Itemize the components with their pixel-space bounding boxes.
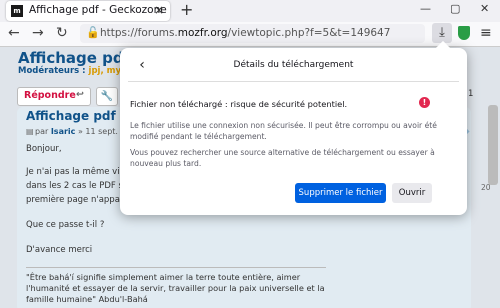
tab-bar: m Affichage pdf - Geckozone × + — ▢ ✕ bbox=[0, 0, 500, 22]
post-meta-prefix: par bbox=[35, 127, 49, 136]
moderators-line: Modérateurs : jpj, myal bbox=[18, 66, 130, 76]
panel-divider bbox=[128, 81, 459, 82]
tab-title: Affichage pdf - Geckozone bbox=[29, 4, 167, 16]
forward-arrow-icon[interactable]: → bbox=[32, 25, 44, 41]
tab-close-icon[interactable]: × bbox=[154, 3, 164, 17]
post-line: Je n'ai pas la même visu bbox=[26, 167, 130, 177]
reload-icon[interactable]: ↻ bbox=[56, 25, 68, 41]
delete-file-button[interactable]: Supprimer le fichier bbox=[295, 183, 386, 203]
post-author[interactable]: Isaric bbox=[51, 127, 76, 136]
download-arrow-icon: ⤓ bbox=[439, 25, 445, 40]
post-title[interactable]: Affichage pdf bbox=[26, 109, 116, 123]
tools-wrench-button[interactable]: 🔧 bbox=[96, 87, 118, 106]
url-text: https://forums.mozfr.org/viewtopic.php?f… bbox=[100, 27, 390, 39]
warning-icon: ! bbox=[419, 97, 430, 108]
open-file-button[interactable]: Ouvrir bbox=[392, 183, 432, 203]
post-line: D'avance merci bbox=[26, 245, 93, 255]
insecure-lock-icon[interactable]: 🔓 bbox=[86, 26, 100, 39]
download-details-panel: Détails du téléchargement ‹ Fichier non … bbox=[120, 40, 467, 215]
reply-label: Répondre bbox=[24, 90, 76, 101]
url-prefix: https://forums. bbox=[100, 27, 178, 39]
warning-body: Le fichier utilise une connexion non séc… bbox=[130, 121, 437, 141]
alternative-body: Vous pouvez rechercher une source altern… bbox=[130, 148, 435, 168]
post-signature: "Être bahá'í signifie simplement aimer l… bbox=[26, 267, 326, 305]
scrollbar-thumb[interactable] bbox=[488, 105, 498, 185]
post-line: première page n'appara bbox=[26, 195, 129, 205]
wrench-icon: 🔧 bbox=[100, 91, 114, 102]
post-line: Bonjour, bbox=[26, 144, 62, 154]
extension-shield-icon[interactable] bbox=[458, 26, 470, 40]
post-line: dans les 2 cas le PDF s'o bbox=[26, 181, 131, 191]
post-date: » 11 sept. 2 bbox=[77, 127, 126, 136]
url-domain: mozfr.org bbox=[177, 27, 228, 39]
url-path: /viewtopic.php?f=5&t=149647 bbox=[227, 27, 391, 39]
window-close-icon[interactable]: ✕ bbox=[480, 2, 489, 15]
reply-arrow-icon: ↩ bbox=[76, 89, 84, 100]
hamburger-menu-icon[interactable]: ≡ bbox=[480, 25, 492, 41]
panel-title: Détails du téléchargement bbox=[233, 60, 354, 70]
maximize-icon[interactable]: ▢ bbox=[450, 2, 460, 15]
post-doc-icon: ▤ bbox=[26, 127, 34, 136]
side-number: 20 bbox=[481, 183, 491, 192]
new-tab-button[interactable]: + bbox=[180, 0, 193, 19]
topic-title[interactable]: Affichage pdf bbox=[18, 49, 130, 67]
warning-heading: Fichier non téléchargé : risque de sécur… bbox=[130, 99, 348, 109]
url-bar[interactable]: 🔓 https://forums.mozfr.org/viewtopic.php… bbox=[80, 24, 425, 43]
back-chevron-icon[interactable]: ‹ bbox=[133, 56, 151, 74]
post-meta: par Isaric » 11 sept. 2 bbox=[35, 127, 126, 136]
tab-active[interactable]: m Affichage pdf - Geckozone × bbox=[6, 1, 170, 21]
site-favicon-icon: m bbox=[11, 5, 23, 17]
back-arrow-icon[interactable]: ← bbox=[8, 25, 20, 41]
reply-button[interactable]: Répondre ↩ bbox=[17, 87, 91, 106]
post-line: Que ce passe t-il ? bbox=[26, 220, 105, 230]
minimize-icon[interactable]: — bbox=[420, 2, 431, 15]
navigation-bar: ← → ↻ 🔓 https://forums.mozfr.org/viewtop… bbox=[0, 22, 500, 47]
moderators-label: Modérateurs : bbox=[18, 66, 86, 76]
